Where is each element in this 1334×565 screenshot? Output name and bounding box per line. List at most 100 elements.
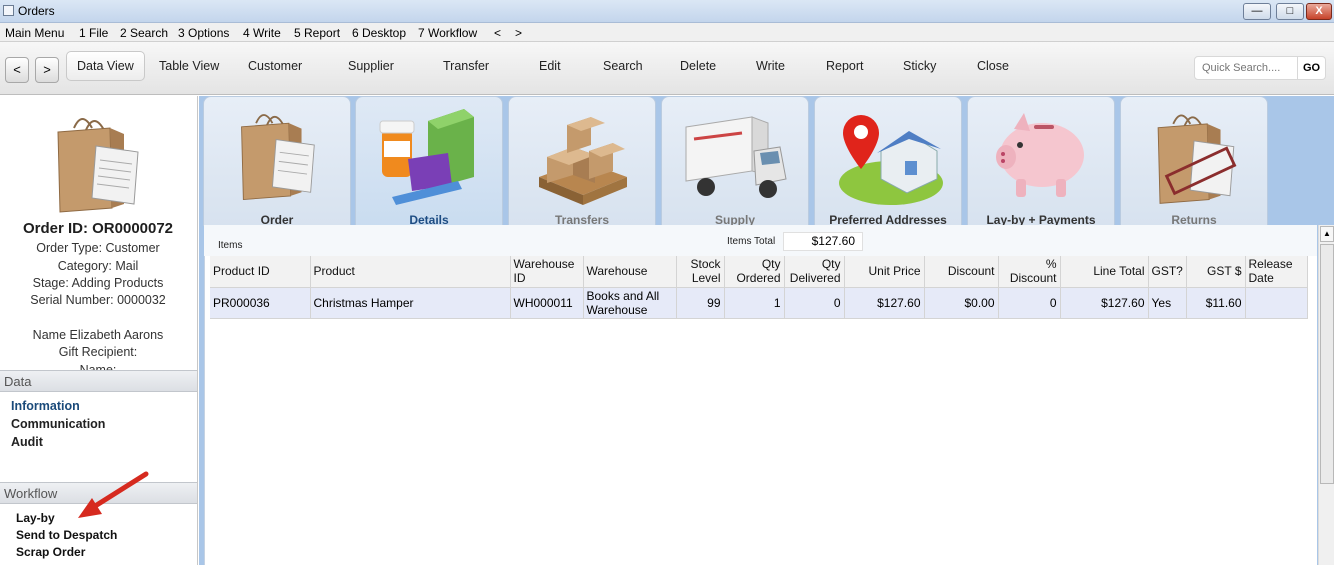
tile-supply[interactable]: Supply	[661, 96, 809, 226]
column-header[interactable]: % Discount	[998, 256, 1061, 288]
back-button[interactable]: <	[5, 57, 29, 83]
column-header[interactable]: GST $	[1186, 256, 1246, 288]
sticky-button[interactable]: Sticky	[903, 59, 936, 73]
sidebar-item-information[interactable]: Information	[11, 399, 80, 413]
cell-discount: $0.00	[924, 287, 999, 319]
menu-workflow[interactable]: 7 Workflow	[418, 26, 477, 40]
workflow-send-to-despatch[interactable]: Send to Despatch	[16, 528, 117, 542]
workflow-scrap-order[interactable]: Scrap Order	[16, 545, 85, 559]
write-button[interactable]: Write	[756, 59, 785, 73]
go-button[interactable]: GO	[1298, 56, 1326, 80]
items-table: Product ID Product Warehouse ID Warehous…	[210, 256, 1308, 319]
tile-transfers[interactable]: Transfers	[508, 96, 656, 226]
close-window-button[interactable]: X	[1306, 3, 1332, 20]
menu-main[interactable]: Main Menu	[5, 26, 64, 40]
cell-gst-amount: $11.60	[1186, 287, 1246, 319]
quick-search-input[interactable]	[1194, 56, 1298, 80]
order-stage: Stage: Adding Products	[32, 276, 164, 290]
cell-qty-delivered: 0	[784, 287, 845, 319]
order-id: Order ID: OR0000072	[22, 220, 174, 237]
column-header[interactable]: Unit Price	[844, 256, 925, 288]
tab-table-view[interactable]: Table View	[159, 59, 219, 73]
maximize-button[interactable]: □	[1276, 3, 1304, 20]
shopping-bag-icon	[57, 118, 139, 213]
menu-scroll-right[interactable]: >	[515, 26, 522, 40]
column-header[interactable]: Warehouse ID	[510, 256, 584, 288]
cell-warehouse: Books and All Warehouse	[583, 287, 677, 319]
tile-layby-payments[interactable]: Lay-by + Payments	[967, 96, 1115, 226]
column-header[interactable]: Qty Ordered	[724, 256, 785, 288]
items-total-label: Items Total	[727, 236, 776, 247]
order-type: Order Type: Customer	[36, 241, 160, 255]
cell-qty-ordered: 1	[724, 287, 785, 319]
tile-order[interactable]: Order	[203, 96, 351, 226]
table-row[interactable]: PR000036 Christmas Hamper WH000011 Books…	[210, 287, 1308, 319]
customer-name: Name Elizabeth Aarons	[32, 328, 164, 342]
cell-warehouse-id: WH000011	[510, 287, 584, 319]
serial-number: Serial Number: 0000032	[30, 293, 166, 307]
menu-write[interactable]: 4 Write	[243, 26, 281, 40]
menu-file[interactable]: 1 File	[79, 26, 108, 40]
piggy-bank-icon	[996, 113, 1084, 197]
column-header[interactable]: Product	[310, 256, 511, 288]
tab-data-view[interactable]: Data View	[66, 51, 145, 81]
location-house-icon	[839, 115, 943, 205]
supplier-button[interactable]: Supplier	[348, 59, 394, 73]
cell-product-id: PR000036	[210, 287, 311, 319]
quick-search: GO	[1194, 56, 1326, 80]
tile-returns[interactable]: Returns	[1120, 96, 1268, 226]
column-header[interactable]: Product ID	[210, 256, 311, 288]
sidebar-item-audit[interactable]: Audit	[11, 435, 43, 449]
scroll-up-icon[interactable]: ▲	[1320, 226, 1334, 242]
data-section-heading: Data	[0, 370, 197, 392]
items-total-value: $127.60	[783, 232, 863, 251]
cell-unit-price: $127.60	[844, 287, 925, 319]
sidebar-item-communication[interactable]: Communication	[11, 417, 105, 431]
delete-button[interactable]: Delete	[680, 59, 716, 73]
scroll-thumb[interactable]	[1320, 244, 1334, 484]
table-header-row: Product ID Product Warehouse ID Warehous…	[210, 256, 1308, 288]
cell-percent-discount: 0	[998, 287, 1061, 319]
cell-gst-flag: Yes	[1148, 287, 1187, 319]
items-header: Items Items Total $127.60	[204, 225, 1317, 256]
menu-search[interactable]: 2 Search	[120, 26, 168, 40]
tile-preferred-addresses[interactable]: Preferred Addresses	[814, 96, 962, 226]
cell-line-total: $127.60	[1060, 287, 1149, 319]
rejected-bag-icon	[1157, 114, 1237, 204]
menu-desktop[interactable]: 6 Desktop	[352, 26, 406, 40]
menu-bar: Main Menu 1 File 2 Search 3 Options 4 Wr…	[0, 23, 1334, 42]
toolbar: < > Data View Table View Customer Suppli…	[0, 42, 1334, 95]
column-header[interactable]: Line Total	[1060, 256, 1149, 288]
order-category: Category: Mail	[57, 259, 139, 273]
minimize-button[interactable]: —	[1243, 3, 1271, 20]
cell-product: Christmas Hamper	[310, 287, 511, 319]
cell-stock-level: 99	[676, 287, 725, 319]
edit-button[interactable]: Edit	[539, 59, 561, 73]
column-header[interactable]: GST?	[1148, 256, 1187, 288]
transfer-button[interactable]: Transfer	[443, 59, 489, 73]
column-header[interactable]: Stock Level	[676, 256, 725, 288]
menu-report[interactable]: 5 Report	[294, 26, 340, 40]
search-button[interactable]: Search	[603, 59, 643, 73]
workflow-section-heading: Workflow	[0, 482, 197, 504]
column-header[interactable]: Qty Delivered	[784, 256, 845, 288]
app-icon	[3, 5, 14, 16]
shopping-bag-icon	[241, 114, 315, 201]
vertical-scrollbar[interactable]: ▲	[1318, 225, 1334, 565]
column-header[interactable]: Warehouse	[583, 256, 677, 288]
tile-details[interactable]: Details	[355, 96, 503, 226]
products-icon	[379, 109, 474, 205]
menu-options[interactable]: 3 Options	[178, 26, 229, 40]
column-header[interactable]: Discount	[924, 256, 999, 288]
report-button[interactable]: Report	[826, 59, 864, 73]
close-button[interactable]: Close	[977, 59, 1009, 73]
menu-scroll-left[interactable]: <	[494, 26, 501, 40]
column-header[interactable]: Release Date	[1245, 256, 1308, 288]
gift-recipient: Gift Recipient:	[58, 345, 138, 359]
forward-button[interactable]: >	[35, 57, 59, 83]
items-label: Items	[218, 240, 243, 251]
workflow-lay-by[interactable]: Lay-by	[16, 511, 55, 525]
delivery-truck-icon	[685, 116, 787, 198]
customer-button[interactable]: Customer	[248, 59, 302, 73]
window-title: Orders	[18, 4, 55, 18]
